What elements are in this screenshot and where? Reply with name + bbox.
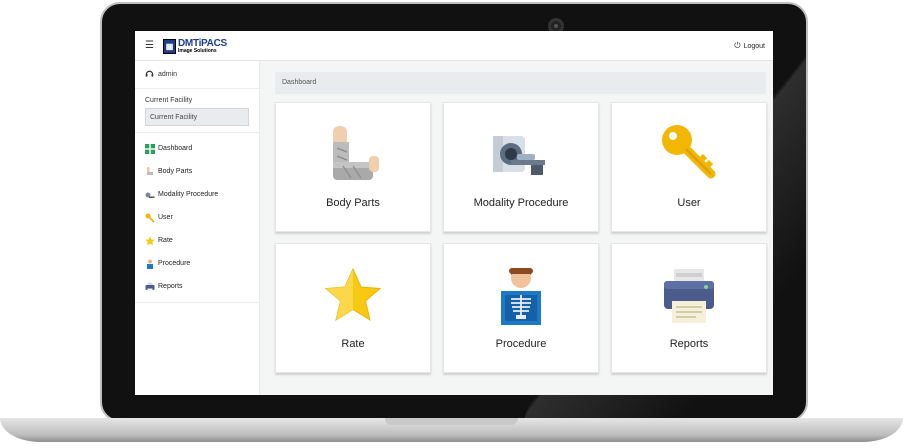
sidebar-item-label: Dashboard [158,145,193,152]
sidebar-item-modality-procedure[interactable]: Modality Procedure [135,183,259,206]
brand-logo[interactable]: ▦ DMTiPACS Image Solutions [163,38,227,55]
power-icon: ⏻ [734,41,741,50]
facility-section: Current Facility Current Facility [135,89,259,133]
logo-sub-text: Image Solutions [178,48,217,54]
card-title: Modality Procedure [473,197,569,209]
key-icon [612,103,766,193]
sidebar-item-label: Body Parts [158,168,193,175]
facility-field[interactable]: Current Facility [145,108,249,126]
main-content: Dashboard Body Parts Modality Procedure … [275,72,767,373]
user-name: admin [158,71,178,78]
card-rate[interactable]: Rate [275,243,431,373]
logout-button[interactable]: ⏻ Logout [734,41,765,51]
scanner-icon [444,103,598,193]
card-title: Reports [669,338,709,350]
top-bar: ☰ ▦ DMTiPACS Image Solutions ⏻ Logout [135,31,773,61]
card-title: User [677,197,701,209]
logo-mark: ▦ [163,39,176,54]
card-procedure[interactable]: Procedure [443,243,599,373]
card-modality-procedure[interactable]: Modality Procedure [443,102,599,232]
xray-person-icon [144,258,155,269]
dashboard-grid: Body Parts Modality Procedure User Rate … [275,102,767,373]
sidebar-item-dashboard[interactable]: Dashboard [135,137,259,160]
printer-icon [144,281,155,292]
scanner-icon [144,189,155,200]
hamburger-icon[interactable]: ☰ [145,41,154,51]
sidebar: admin Current Facility Current Facility … [135,61,260,395]
sidebar-item-user[interactable]: User [135,206,259,229]
headset-icon [145,69,154,80]
sidebar-item-label: Rate [158,237,173,244]
printer-icon [612,244,766,334]
card-user[interactable]: User [611,102,767,232]
card-reports[interactable]: Reports [611,243,767,373]
xray-person-icon [444,244,598,334]
card-title: Body Parts [326,197,380,209]
sidebar-item-label: Procedure [158,260,191,267]
star-icon [144,235,155,246]
card-title: Rate [341,338,365,350]
arm-cast-icon [144,166,155,177]
sidebar-item-label: User [158,214,173,221]
sidebar-nav: Dashboard Body Parts Modality Procedure [135,133,259,303]
app-screen: ☰ ▦ DMTiPACS Image Solutions ⏻ Logout ad… [135,31,773,395]
key-icon [144,212,155,223]
logout-label: Logout [743,42,765,50]
facility-label: Current Facility [145,97,193,104]
card-title: Procedure [495,338,547,350]
sidebar-item-label: Modality Procedure [158,191,219,198]
sidebar-item-reports[interactable]: Reports [135,275,259,298]
breadcrumb: Dashboard [275,72,766,94]
laptop-base [0,418,903,442]
user-profile[interactable]: admin [135,61,259,89]
card-body-parts[interactable]: Body Parts [275,102,431,232]
arm-cast-icon [276,103,430,193]
sidebar-item-rate[interactable]: Rate [135,229,259,252]
sidebar-item-body-parts[interactable]: Body Parts [135,160,259,183]
sidebar-item-procedure[interactable]: Procedure [135,252,259,275]
dashboard-grid-icon [144,143,155,154]
star-icon [276,244,430,334]
laptop-frame: ☰ ▦ DMTiPACS Image Solutions ⏻ Logout ad… [0,0,903,448]
sidebar-item-label: Reports [158,283,183,290]
